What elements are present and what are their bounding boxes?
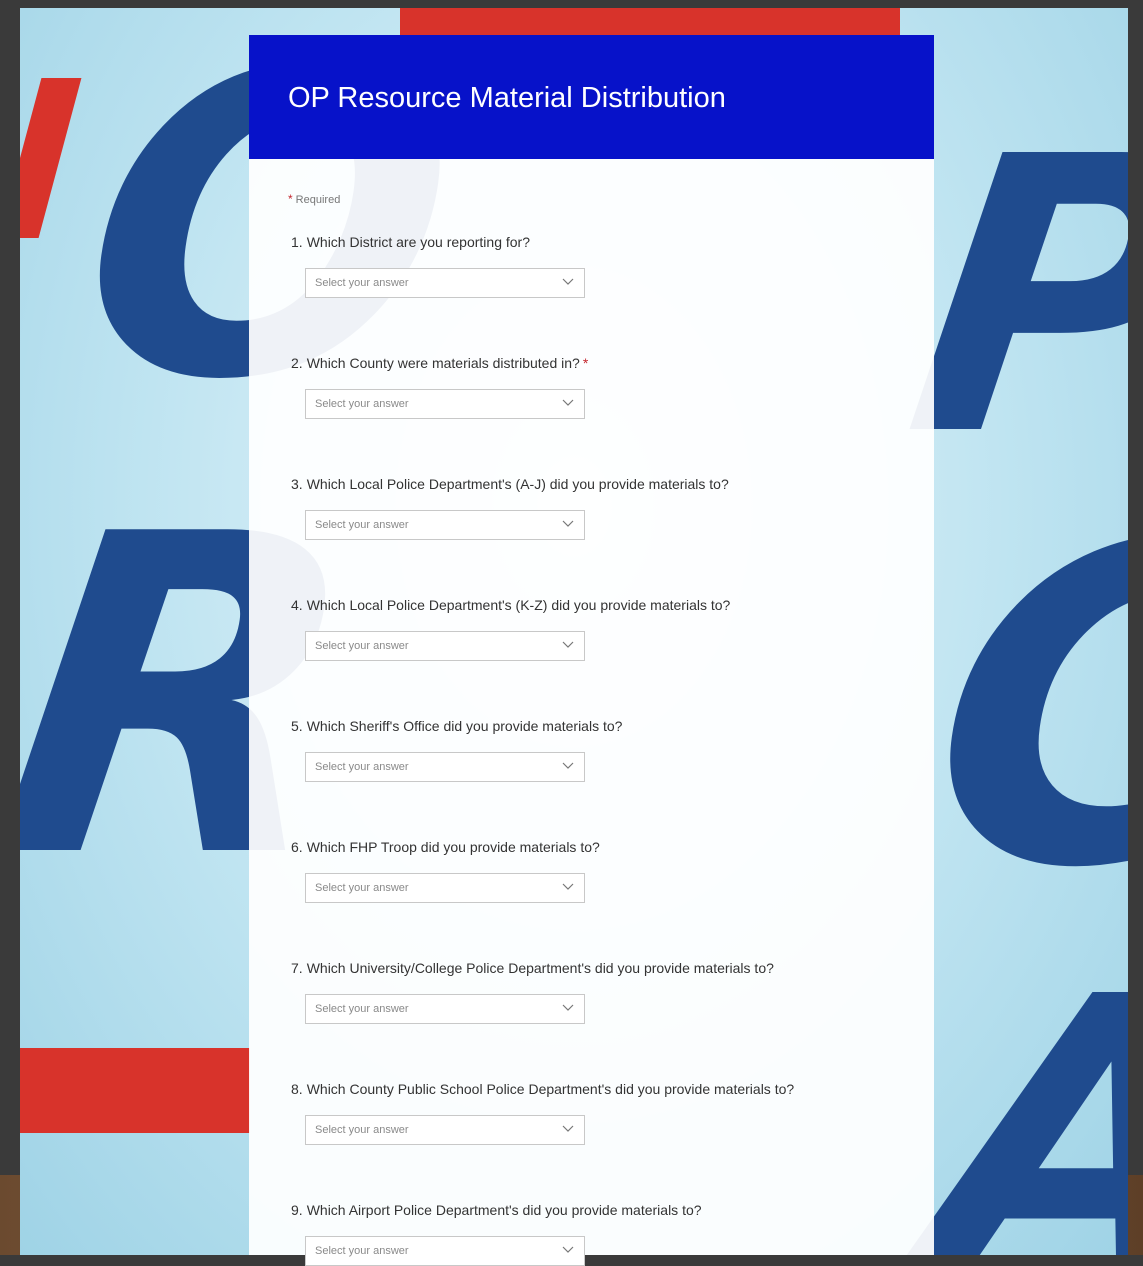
poster-red-stripe [20, 78, 82, 238]
question-3-dropdown[interactable]: Select your answer [305, 510, 585, 540]
question-number: 2. [291, 355, 303, 371]
dropdown-placeholder: Select your answer [315, 398, 409, 410]
question-7-label: 7. Which University/College Police Depart… [291, 960, 774, 976]
question-text: Which County Public School Police Depart… [306, 1081, 795, 1097]
chevron-down-icon [562, 399, 574, 406]
question-1-label: 1. Which District are you reporting for? [291, 234, 530, 250]
question-text: Which Sheriff's Office did you provide m… [306, 718, 623, 734]
chevron-down-icon [562, 1125, 574, 1132]
dropdown-placeholder: Select your answer [315, 640, 409, 652]
question-text: Which Local Police Department's (K-Z) di… [306, 597, 731, 613]
dropdown-placeholder: Select your answer [315, 519, 409, 531]
chevron-down-icon [562, 520, 574, 527]
form-title: OP Resource Material Distribution [288, 82, 726, 114]
dropdown-placeholder: Select your answer [315, 1245, 409, 1257]
question-4-label: 4. Which Local Police Department's (K-Z) … [291, 597, 730, 613]
question-2-label: 2. Which County were materials distribute… [291, 355, 588, 371]
chevron-down-icon [562, 883, 574, 890]
chevron-down-icon [562, 762, 574, 769]
poster-letter: C [904, 452, 1128, 964]
poster-letter: A [908, 916, 1128, 1255]
question-1-dropdown[interactable]: Select your answer [305, 268, 585, 298]
question-number: 7. [291, 960, 303, 976]
chevron-down-icon [562, 1246, 574, 1253]
question-text: Which University/College Police Departme… [306, 960, 774, 976]
question-8-label: 8. Which County Public School Police Depa… [291, 1081, 794, 1097]
question-3-label: 3. Which Local Police Department's (A-J) … [291, 476, 729, 492]
question-number: 9. [291, 1202, 303, 1218]
dropdown-placeholder: Select your answer [315, 761, 409, 773]
required-label: Required [295, 194, 341, 206]
question-number: 1. [291, 234, 303, 250]
question-9-label: 9. Which Airport Police Department's did … [291, 1202, 702, 1218]
chevron-down-icon [562, 641, 574, 648]
question-4-dropdown[interactable]: Select your answer [305, 631, 585, 661]
dropdown-placeholder: Select your answer [315, 1124, 409, 1136]
chevron-down-icon [562, 278, 574, 285]
question-text: Which District are you reporting for? [306, 234, 530, 250]
question-8-dropdown[interactable]: Select your answer [305, 1115, 585, 1145]
question-text: Which Local Police Department's (A-J) di… [306, 476, 729, 492]
form-card: OP Resource Material Distribution * Requi… [249, 35, 934, 1266]
chevron-down-icon [562, 1004, 574, 1011]
poster-red-stripe [20, 1048, 250, 1133]
form-header: OP Resource Material Distribution [249, 35, 934, 159]
question-6-dropdown[interactable]: Select your answer [305, 873, 585, 903]
question-number: 4. [291, 597, 303, 613]
question-text: Which FHP Troop did you provide material… [306, 839, 600, 855]
question-text: Which Airport Police Department's did yo… [306, 1202, 702, 1218]
question-number: 3. [291, 476, 303, 492]
dropdown-placeholder: Select your answer [315, 882, 409, 894]
dropdown-placeholder: Select your answer [315, 277, 409, 289]
question-number: 5. [291, 718, 303, 734]
question-6-label: 6. Which FHP Troop did you provide materi… [291, 839, 600, 855]
question-number: 8. [291, 1081, 303, 1097]
required-star: * [288, 192, 293, 206]
poster-red-banner [400, 8, 900, 38]
required-note: * Required [288, 192, 340, 206]
required-star: * [582, 355, 589, 371]
question-5-dropdown[interactable]: Select your answer [305, 752, 585, 782]
dropdown-placeholder: Select your answer [315, 1003, 409, 1015]
question-5-label: 5. Which Sheriff's Office did you provide… [291, 718, 622, 734]
question-2-dropdown[interactable]: Select your answer [305, 389, 585, 419]
question-number: 6. [291, 839, 303, 855]
question-text: Which County were materials distributed … [306, 355, 580, 371]
question-7-dropdown[interactable]: Select your answer [305, 994, 585, 1024]
question-9-dropdown[interactable]: Select your answer [305, 1236, 585, 1266]
